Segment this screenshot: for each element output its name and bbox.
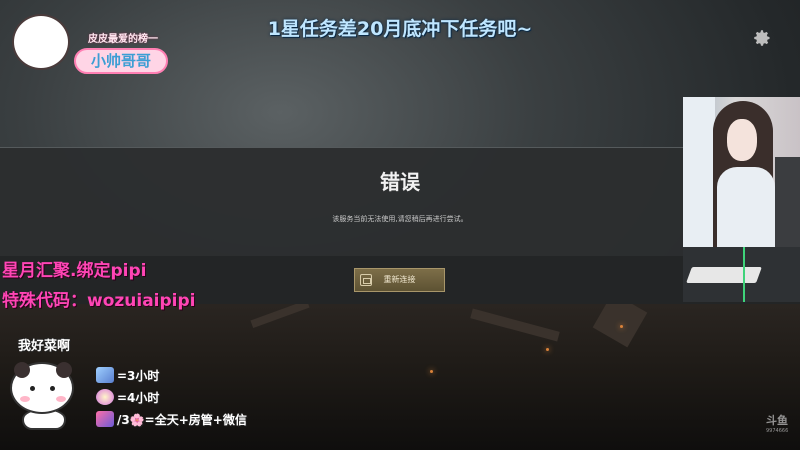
monitor-icon (360, 274, 372, 286)
mascot-ear (14, 362, 30, 378)
legend-row: =4小时 (96, 388, 159, 406)
mascot-cheek (56, 396, 66, 402)
legend-row: =3小时 (96, 366, 159, 384)
ember (430, 370, 433, 373)
logo-subtitle: 皮皮最爱的榜一 (88, 34, 158, 45)
mascot-eye (30, 386, 35, 391)
error-title: 错误 (380, 170, 420, 194)
debris (250, 299, 310, 329)
flower-badge-icon (96, 389, 114, 405)
settings-gear-icon[interactable] (752, 28, 772, 48)
promo-line-2: 特殊代码：wozuiaipipi (2, 291, 196, 311)
douyu-watermark: 斗鱼 9974666 (766, 415, 789, 436)
webcam-feed (683, 97, 800, 302)
mascot-speech: 我好菜啊 (18, 339, 71, 354)
webcam-chair (775, 157, 800, 257)
webcam-cable (743, 247, 745, 302)
rocket-badge-icon (96, 411, 114, 427)
mascot-cheek (20, 396, 30, 402)
promo-line-1: 星月汇聚.绑定pipi (2, 261, 147, 281)
panda-mascot-icon (6, 356, 82, 432)
reconnect-label: 重新连接 (383, 275, 416, 284)
reconnect-button[interactable]: 重新连接 (354, 268, 445, 292)
webcam-keyboard (686, 267, 762, 283)
panda-mascot-icon (12, 14, 70, 70)
watermark-room-id: 9974666 (766, 428, 789, 434)
debris (470, 308, 560, 342)
ember (620, 325, 623, 328)
mascot-ear (56, 362, 72, 378)
legend-text: =3小时 (117, 368, 160, 383)
webcam-window (683, 97, 715, 247)
mascot-eye (50, 386, 55, 391)
legend-row: /3🌸=全天+房管+微信 (96, 410, 247, 428)
blue-wing-badge-icon (96, 367, 114, 383)
legend-text: =4小时 (117, 390, 160, 405)
legend-text: /3🌸=全天+房管+微信 (117, 412, 247, 427)
streamer-logo: 皮皮最爱的榜一 小帅哥哥 (8, 8, 168, 76)
webcam-face (727, 119, 757, 161)
ember (546, 348, 549, 351)
logo-name: 小帅哥哥 (74, 48, 168, 74)
error-message: 该服务当前无法使用,请您稍后再进行尝试。 (332, 215, 468, 223)
